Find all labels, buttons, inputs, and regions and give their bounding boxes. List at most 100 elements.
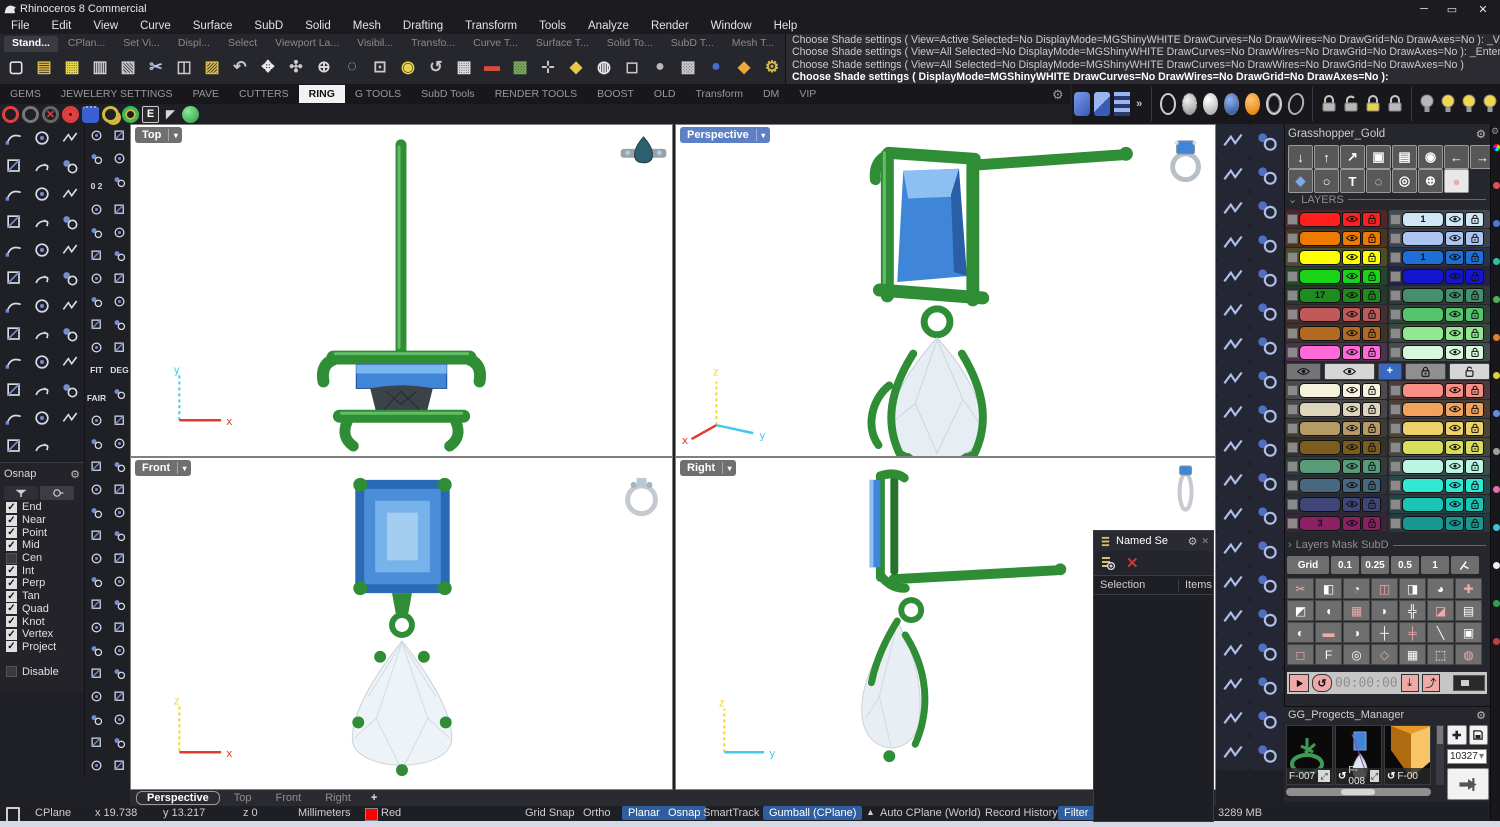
tool-icon[interactable] — [108, 524, 131, 547]
options-gear-icon[interactable]: ⚙ — [758, 53, 786, 81]
viewport-front-label[interactable]: Front ▾ — [135, 460, 192, 476]
tool-icon[interactable] — [28, 292, 56, 320]
projects-scrollbar[interactable] — [1286, 788, 1431, 796]
menu-surface[interactable]: Surface — [182, 20, 244, 32]
tool-icon[interactable] — [108, 478, 131, 501]
tool-icon[interactable] — [108, 639, 131, 662]
revert-icon[interactable]: ↺ — [1338, 771, 1346, 782]
shaded-grid-icon[interactable]: ▩ — [674, 53, 702, 81]
viewport-right-label[interactable]: Right ▾ — [680, 460, 737, 476]
zoom-selected-icon[interactable]: ◉ — [394, 53, 422, 81]
subd-tool-icon[interactable] — [1216, 328, 1250, 362]
file-icon[interactable]: ▤ — [1392, 145, 1417, 169]
viewport-perspective-label[interactable]: Perspective ▾ — [680, 127, 770, 143]
ring-red-icon[interactable] — [2, 105, 19, 123]
tool-icon[interactable] — [28, 404, 56, 432]
import-icon[interactable]: ↓ — [1288, 145, 1313, 169]
layer-color-swatch[interactable] — [1299, 230, 1341, 246]
close-button[interactable]: ✕ — [1466, 3, 1500, 16]
menu-window[interactable]: Window — [700, 20, 763, 32]
camera-icon[interactable]: ◉ — [1418, 145, 1443, 169]
status-item-osnap[interactable]: Osnap — [662, 806, 707, 820]
zoom-region-icon[interactable]: ◎ — [1392, 169, 1417, 193]
layer-color-swatch[interactable] — [1299, 420, 1341, 436]
mask-tool-icon[interactable]: ▤ — [1455, 600, 1482, 621]
ribbon-tab-jewelery-settings[interactable]: JEWELERY SETTINGS — [51, 85, 183, 103]
viewport-tab-front[interactable]: Front — [266, 792, 312, 804]
subd-tool-icon[interactable] — [1216, 430, 1250, 464]
mask-tool-icon[interactable]: ◐ — [1287, 622, 1314, 643]
layer-color-swatch[interactable] — [1402, 515, 1444, 531]
layer-row[interactable] — [1389, 457, 1490, 475]
ribbon-tab-dm[interactable]: DM — [753, 85, 789, 103]
tool-icon[interactable] — [56, 124, 84, 152]
menu-curve[interactable]: Curve — [129, 20, 182, 32]
subd-tool-icon[interactable] — [1216, 634, 1250, 668]
toolbar-tab[interactable]: Curve T... — [465, 36, 526, 52]
tool-icon[interactable] — [0, 376, 28, 404]
subd-tool-icon[interactable] — [1250, 566, 1284, 600]
rendered-icon[interactable] — [1245, 93, 1261, 115]
layer-color-swatch[interactable] — [1402, 325, 1444, 341]
layer-visibility-icon[interactable] — [1445, 230, 1464, 246]
layer-lock-icon[interactable] — [1465, 439, 1484, 455]
layer-select-checkbox[interactable] — [1287, 517, 1298, 529]
subd-tool-icon[interactable] — [1250, 736, 1284, 770]
layer-select-checkbox[interactable] — [1390, 441, 1401, 453]
grid-setting-button[interactable]: 0.5 — [1391, 556, 1419, 574]
layer-lock-icon[interactable] — [1465, 230, 1484, 246]
new-viewport-tab[interactable]: + — [365, 792, 383, 804]
panel-tab-icon[interactable] — [1492, 486, 1500, 493]
lamp-icon[interactable]: ◍ — [590, 53, 618, 81]
named-selections-gear-icon[interactable]: ⚙ — [1188, 535, 1198, 548]
layer-select-checkbox[interactable] — [1390, 327, 1401, 339]
mask-tool-icon[interactable]: ▣ — [1455, 622, 1482, 643]
layer-lock-icon[interactable] — [1465, 515, 1484, 531]
mask-tool-icon[interactable]: ▦ — [1399, 644, 1426, 665]
osnap-option-int[interactable]: ✓ Int — [0, 564, 84, 577]
layer-row[interactable] — [1389, 514, 1490, 532]
layer-select-checkbox[interactable] — [1287, 479, 1298, 491]
zoom-extents-icon[interactable]: ⊕ — [310, 53, 338, 81]
menu-tools[interactable]: Tools — [528, 20, 577, 32]
mask-tool-icon[interactable]: ◫ — [1371, 578, 1398, 599]
mask-tool-icon[interactable]: ◕ — [1427, 578, 1454, 599]
revert-icon[interactable]: ↺ — [1387, 771, 1395, 782]
display-mode-icon[interactable]: ● — [646, 53, 674, 81]
layer-color-swatch[interactable] — [1402, 230, 1444, 246]
tool-icon[interactable] — [56, 208, 84, 236]
menu-subd[interactable]: SubD — [243, 20, 294, 32]
lock-swap-icon[interactable] — [1365, 92, 1381, 116]
share-icon[interactable]: ↗ — [1340, 145, 1365, 169]
layer-row[interactable] — [1286, 457, 1387, 475]
layer-row[interactable] — [1286, 305, 1387, 323]
save-project-button[interactable] — [1468, 725, 1488, 745]
ribbon-tab-old[interactable]: OLD — [644, 85, 686, 103]
layer-lock-icon[interactable] — [1362, 515, 1381, 531]
visibility-icon[interactable]: ▩ — [506, 53, 534, 81]
subd-tool-icon[interactable] — [1216, 600, 1250, 634]
viewport-menu-icon[interactable]: ▾ — [722, 462, 736, 474]
undo-icon[interactable]: ↶ — [226, 53, 254, 81]
layer-select-checkbox[interactable] — [1390, 251, 1401, 263]
expand-icon[interactable]: ⤢ — [1370, 770, 1379, 782]
layer-row[interactable] — [1389, 438, 1490, 456]
layer-color-swatch[interactable] — [1299, 496, 1341, 512]
status-item-x-19-738[interactable]: x 19.738 — [95, 807, 137, 819]
tool-icon[interactable] — [0, 320, 28, 348]
layer-row[interactable] — [1389, 381, 1490, 399]
delete-selection-icon[interactable]: ✕ — [1126, 554, 1139, 572]
tool-icon[interactable] — [85, 455, 108, 478]
layer-visibility-icon[interactable] — [1445, 420, 1464, 436]
layer-row[interactable] — [1286, 476, 1387, 494]
status-item-cplane[interactable]: CPlane — [35, 807, 71, 819]
tool-icon[interactable] — [85, 524, 108, 547]
layer-color-swatch[interactable] — [1299, 325, 1341, 341]
layer-row[interactable] — [1286, 229, 1387, 247]
layer-color-swatch[interactable] — [1299, 382, 1341, 398]
pen-display-icon[interactable] — [1286, 93, 1306, 115]
layer-lock-icon[interactable] — [1362, 249, 1381, 265]
panel-tab-icon[interactable] — [1492, 448, 1500, 455]
more-chevrons-icon[interactable]: » — [1134, 92, 1143, 116]
ribbon-tab-boost[interactable]: BOOST — [587, 85, 644, 103]
